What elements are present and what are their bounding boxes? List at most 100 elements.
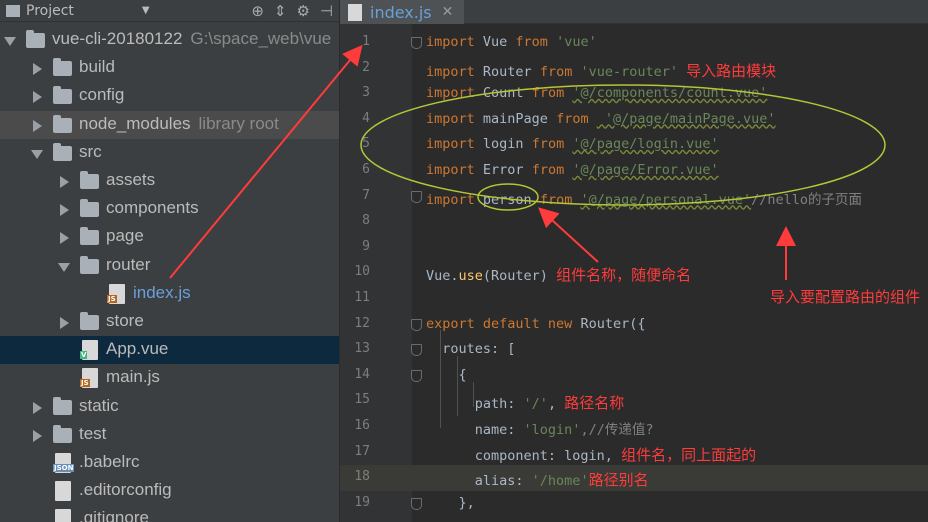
- tree-item-config[interactable]: config: [0, 82, 339, 110]
- code-token: '/home': [531, 473, 589, 490]
- code-token: from: [539, 63, 581, 80]
- close-icon[interactable]: ✕: [442, 4, 454, 20]
- tree-item--gitignore[interactable]: .gitignore: [0, 505, 339, 522]
- code-text: },: [426, 495, 475, 511]
- line-number: 1: [362, 34, 370, 49]
- tree-item-vue-cli-20180122[interactable]: vue-cli-20180122 G:\space_web\vue: [0, 26, 339, 54]
- code-token: Router({: [580, 315, 646, 332]
- chevron-right-icon[interactable]: [60, 204, 69, 217]
- tree-item-index-js[interactable]: JS index.js: [0, 280, 339, 308]
- line-number: 10: [354, 264, 370, 280]
- code-line[interactable]: 19 },: [340, 491, 928, 517]
- code-line[interactable]: 7 import person from '@/page/personal.vue…: [340, 184, 928, 210]
- code-line[interactable]: 18 alias: '/home'路径别名: [340, 465, 928, 491]
- fold-marker-icon[interactable]: [411, 369, 422, 382]
- line-number: 4: [362, 110, 370, 126]
- code-text: {: [426, 367, 467, 383]
- chevron-right-icon[interactable]: [33, 119, 42, 132]
- code-line[interactable]: 12 export default new Router({: [340, 312, 928, 338]
- locate-icon[interactable]: ⊕: [251, 2, 264, 20]
- code-annotation: 组件名称，随便命名: [556, 266, 692, 285]
- code-token: from: [515, 34, 557, 50]
- chevron-right-icon[interactable]: [33, 429, 42, 442]
- chevron-right-icon[interactable]: [33, 63, 42, 76]
- code-token: use: [458, 268, 483, 285]
- code-line[interactable]: 16 name: 'login',//传递值?: [340, 414, 928, 440]
- tree-item-assets[interactable]: assets: [0, 167, 339, 195]
- fold-marker-icon[interactable]: [411, 37, 422, 49]
- json-file-icon: JSON: [53, 453, 75, 473]
- tree-item-main-js[interactable]: JS main.js: [0, 364, 339, 392]
- fold-marker-icon[interactable]: [411, 318, 422, 331]
- code-line[interactable]: 4 import mainPage from '@/page/mainPage.v…: [340, 107, 928, 133]
- line-number: 8: [362, 213, 370, 229]
- code-line[interactable]: 9: [340, 235, 928, 261]
- chevron-right-icon[interactable]: [60, 232, 69, 245]
- code-token: (Router): [482, 268, 557, 285]
- folder-icon: [26, 30, 45, 48]
- code-token: import: [426, 110, 483, 127]
- code-line[interactable]: 14 {: [340, 363, 928, 389]
- code-token: mainPage: [482, 110, 557, 127]
- tree-item-label: router: [106, 254, 151, 274]
- chevron-down-icon[interactable]: [58, 262, 70, 272]
- project-panel-title[interactable]: Project: [26, 3, 74, 19]
- tree-item-node-modules[interactable]: node_modules library root: [0, 110, 339, 139]
- fold-marker-icon[interactable]: [411, 497, 422, 510]
- tree-item-components[interactable]: components: [0, 195, 339, 223]
- tree-item-app-vue[interactable]: V App.vue: [0, 336, 339, 365]
- tree-item-page[interactable]: page: [0, 223, 339, 251]
- chevron-right-icon[interactable]: [60, 176, 69, 188]
- code-token: Router: [482, 63, 540, 80]
- code-token: //hello的子页面: [751, 191, 863, 208]
- code-text: Vue.use(Router) 组件名称，随便命名: [426, 264, 691, 285]
- tree-item-test[interactable]: test: [0, 421, 339, 449]
- project-icon: [6, 4, 20, 17]
- tree-item-store[interactable]: store: [0, 308, 339, 336]
- tree-item-label: .editorconfig: [79, 480, 172, 500]
- hide-panel-icon[interactable]: ⊣: [320, 2, 333, 20]
- tree-item-build[interactable]: build: [0, 54, 339, 82]
- code-line[interactable]: 6 import Error from '@/page/Error.vue': [340, 158, 928, 184]
- fold-marker-icon[interactable]: [411, 344, 422, 357]
- tree-item-label: .gitignore: [79, 508, 149, 522]
- project-view-dropdown-icon[interactable]: ▼: [142, 5, 150, 16]
- code-line[interactable]: 1 import Vue from 'vue': [340, 30, 928, 56]
- tree-item-label: src: [79, 141, 102, 161]
- chevron-right-icon[interactable]: [33, 401, 42, 414]
- code-text: import Count from '@/components/count.vu…: [426, 85, 767, 101]
- tree-item-extra: library root: [198, 113, 279, 133]
- code-text: import login from '@/page/login.vue': [426, 136, 719, 152]
- tree-item--babelrc[interactable]: JSON .babelrc: [0, 449, 339, 477]
- tree-item-label: build: [79, 57, 115, 77]
- code-line[interactable]: 3 import Count from '@/components/count.v…: [340, 81, 928, 107]
- chevron-down-icon[interactable]: [31, 149, 43, 159]
- tab-index-js[interactable]: index.js ✕: [340, 0, 464, 24]
- code-line[interactable]: 5 import login from '@/page/login.vue': [340, 132, 928, 158]
- code-line[interactable]: 17 component: login, 组件名，同上面起的: [340, 440, 928, 466]
- tree-item-static[interactable]: static: [0, 393, 339, 421]
- code-line[interactable]: 15 path: '/', 路径名称: [340, 388, 928, 414]
- gear-icon[interactable]: ⚙: [296, 2, 309, 20]
- chevron-right-icon[interactable]: [33, 91, 42, 104]
- folder-icon: [53, 424, 72, 443]
- tree-item-src[interactable]: src: [0, 139, 339, 167]
- code-line[interactable]: 10 Vue.use(Router) 组件名称，随便命名: [340, 260, 928, 286]
- collapse-all-icon[interactable]: ⇕: [274, 2, 287, 20]
- code-token: Vue: [482, 34, 516, 50]
- code-line[interactable]: 8: [340, 209, 928, 235]
- code-token: ,: [547, 396, 565, 413]
- chevron-down-icon[interactable]: [4, 37, 16, 46]
- chevron-right-icon[interactable]: [60, 317, 69, 329]
- code-line[interactable]: 13 routes: [: [340, 337, 928, 363]
- code-text: export default new Router({: [426, 316, 645, 332]
- code-line[interactable]: 2 import Router from 'vue-router' 导入路由模块: [340, 56, 928, 82]
- code-token: from: [556, 110, 597, 127]
- line-number: 7: [362, 187, 370, 203]
- fold-marker-icon[interactable]: [411, 190, 422, 203]
- code-text: component: login, 组件名，同上面起的: [426, 444, 756, 465]
- code-token: from: [531, 136, 573, 153]
- tree-item--editorconfig[interactable]: .editorconfig: [0, 477, 339, 505]
- tree-item-router[interactable]: router: [0, 252, 339, 280]
- code-token: import: [426, 85, 483, 102]
